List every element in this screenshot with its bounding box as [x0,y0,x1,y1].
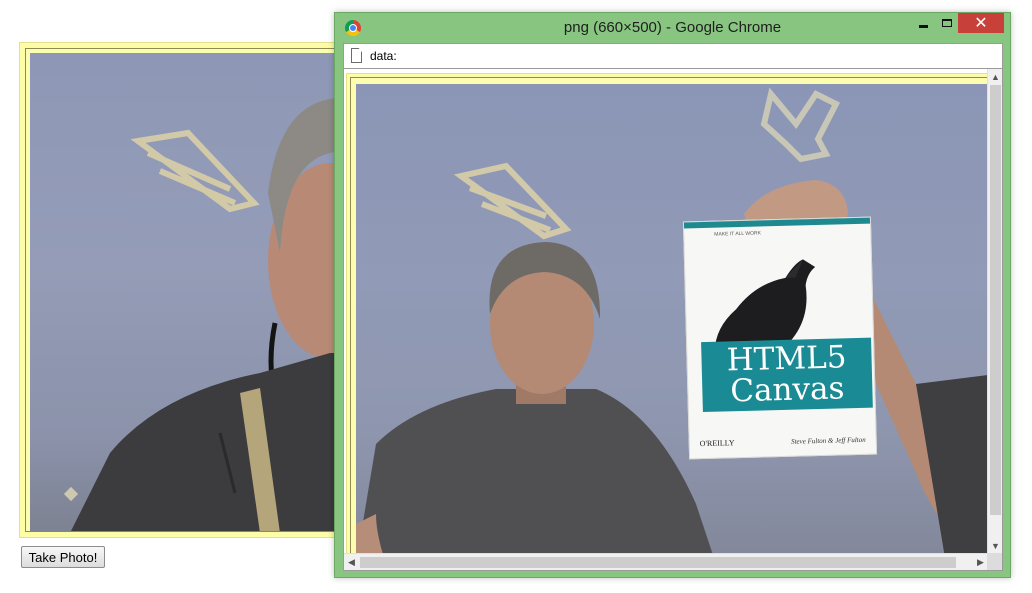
book-title-band: HTML5 Canvas [701,337,873,413]
captured-photo: MAKE IT ALL WORK HTML5 Canvas O'REILLY S… [356,84,996,564]
scroll-down-button[interactable]: ▼ [988,538,1002,553]
close-icon: ✕ [974,15,988,32]
scrollbar-corner [987,553,1002,570]
maximize-icon [942,19,952,27]
chevron-up-icon: ▲ [991,71,1000,82]
page-viewport: MAKE IT ALL WORK HTML5 Canvas O'REILLY S… [343,69,1003,571]
minimize-button[interactable] [913,13,933,33]
ufo-decal [130,129,260,213]
webcam-preview-inner [25,48,348,532]
chevron-down-icon: ▼ [991,540,1000,551]
rocket-decal [760,87,841,163]
webcam-video-scene [63,97,347,531]
close-button[interactable]: ✕ [958,13,1004,33]
scroll-left-button[interactable]: ◀ [344,555,359,570]
window-titlebar[interactable]: png (660×500) - Google Chrome ✕ [335,13,1010,43]
horizontal-scrollbar[interactable]: ◀ ▶ [344,553,988,570]
scroll-up-button[interactable]: ▲ [988,69,1002,84]
page-icon [351,48,362,63]
captured-image-inner: MAKE IT ALL WORK HTML5 Canvas O'REILLY S… [350,77,1002,570]
chevron-right-icon: ▶ [977,557,984,567]
scroll-right-button[interactable]: ▶ [973,555,988,570]
address-text: data: [370,49,397,63]
captured-image-frame: MAKE IT ALL WORK HTML5 Canvas O'REILLY S… [346,73,1002,570]
vertical-scrollbar[interactable]: ▲ ▼ [987,69,1002,553]
horizontal-scroll-thumb[interactable] [360,557,956,568]
webcam-preview-frame [19,42,349,538]
book-tagline: MAKE IT ALL WORK [714,230,762,238]
chevron-left-icon: ◀ [348,557,355,567]
vertical-scroll-thumb[interactable] [990,85,1001,515]
ufo-decal [453,162,572,240]
book-authors: Steve Fulton & Jeff Fulton [790,435,866,446]
chrome-popup-window: png (660×500) - Google Chrome ✕ data: MA… [334,12,1011,578]
person-shirt [71,353,347,531]
minimize-icon [918,24,928,28]
address-bar[interactable]: data: [343,43,1003,69]
book-cover: MAKE IT ALL WORK HTML5 Canvas O'REILLY S… [682,216,878,460]
person-shirt [356,389,716,564]
book-publisher: O'REILLY [699,438,735,449]
maximize-button[interactable] [937,13,957,33]
take-photo-button[interactable]: Take Photo! [21,546,105,568]
captured-photo-scene [356,87,996,564]
window-title: png (660×500) - Google Chrome [563,19,782,36]
webcam-video [30,53,347,531]
